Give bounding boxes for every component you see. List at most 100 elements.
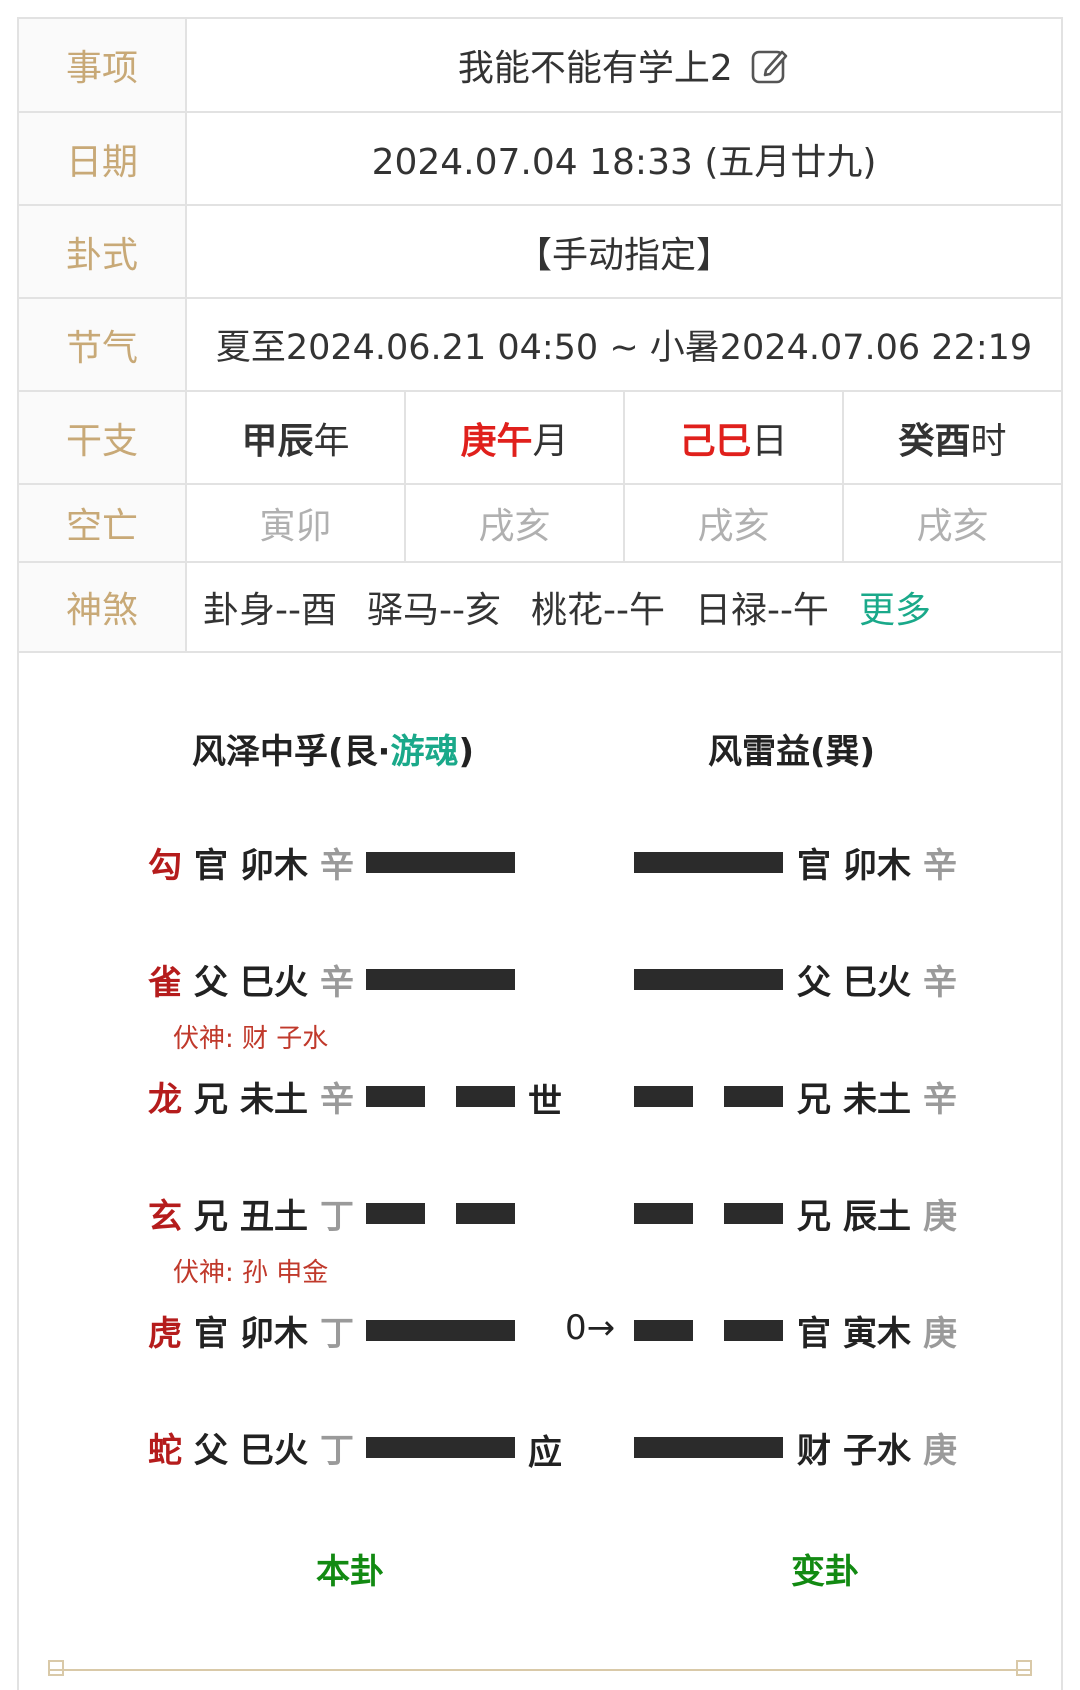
branch: 未土 — [240, 1079, 308, 1120]
six-god: 玄 — [148, 1196, 182, 1237]
six-god: 龙 — [148, 1079, 182, 1120]
changed-hexagram-title: 风雷益(巽) — [708, 732, 876, 772]
shensha-item: 桃花--午 — [530, 590, 665, 631]
original-title-highlight: 游魂 — [390, 732, 459, 772]
six-god: 蛇 — [148, 1430, 182, 1471]
ganzhi-year-main: 甲辰 — [241, 420, 314, 462]
stem: 辛 — [923, 845, 957, 886]
method-label: 卦式 — [17, 204, 187, 299]
yang-line — [634, 969, 783, 990]
ganzhi-month: 庚午月 — [404, 390, 625, 485]
yang-line — [366, 1437, 515, 1458]
matter-cell[interactable]: 我能不能有学上2 — [185, 17, 1063, 113]
stem: 丁 — [320, 1196, 354, 1237]
shensha-item: 驿马--亥 — [366, 590, 501, 631]
relation: 父 — [797, 962, 831, 1003]
relation: 父 — [194, 1430, 228, 1471]
branch: 卯木 — [843, 845, 911, 886]
yin-line-segment — [724, 1203, 783, 1224]
edit-icon[interactable] — [750, 46, 790, 86]
branch: 巳火 — [240, 962, 308, 1003]
stem: 辛 — [320, 1079, 354, 1120]
yin-line-segment — [366, 1203, 425, 1224]
branch: 丑土 — [240, 1196, 308, 1237]
stem: 丁 — [320, 1313, 354, 1354]
six-god: 雀 — [148, 962, 182, 1003]
method-value: 【手动指定】 — [185, 204, 1063, 299]
changed-line-label: 官卯木辛 — [797, 840, 957, 886]
original-title-suffix: ) — [458, 732, 475, 772]
yang-line — [366, 1320, 515, 1341]
stem: 庚 — [923, 1313, 957, 1354]
stem: 庚 — [923, 1196, 957, 1237]
original-line-label: 蛇父巳火丁 — [148, 1425, 354, 1471]
date-label: 日期 — [17, 111, 187, 206]
corner-ornament-left — [48, 1660, 64, 1676]
original-line-label: 玄兄丑土丁 — [148, 1191, 354, 1237]
yang-line — [634, 852, 783, 873]
original-line-label: 雀父巳火辛 — [148, 957, 354, 1003]
date-value: 2024.07.04 18:33 (五月廿九) — [185, 111, 1063, 206]
original-line-label: 龙兄未土辛 — [148, 1074, 354, 1120]
yin-line-segment — [366, 1086, 425, 1107]
yin-line-segment — [634, 1086, 693, 1107]
info-table: 事项 我能不能有学上2 日期 2024.07.04 18:33 (五月廿九) 卦… — [17, 17, 1063, 653]
solar-term-value: 夏至2024.06.21 04:50 ~ 小暑2024.07.06 22:19 — [185, 297, 1063, 392]
ganzhi-day-main: 己巳 — [679, 420, 752, 462]
branch: 巳火 — [843, 962, 911, 1003]
more-link[interactable]: 更多 — [859, 590, 931, 631]
yang-line — [366, 852, 515, 873]
ganzhi-year: 甲辰年 — [185, 390, 406, 485]
kongwang-day: 戌亥 — [623, 483, 844, 563]
ganzhi-month-main: 庚午 — [460, 420, 533, 462]
ganzhi-year-suffix: 年 — [313, 420, 350, 462]
stem: 辛 — [320, 962, 354, 1003]
matter-value: 我能不能有学上2 — [457, 48, 733, 89]
shensha-item: 卦身--酉 — [203, 590, 337, 631]
yang-line — [634, 1437, 783, 1458]
original-title-text: 风泽中孚(艮· — [192, 732, 391, 772]
fushen-note: 伏神: 财 子水 — [173, 1024, 329, 1054]
branch: 巳火 — [240, 1430, 308, 1471]
yin-line-segment — [634, 1320, 693, 1341]
ganzhi-day: 己巳日 — [623, 390, 844, 485]
yin-line-segment — [724, 1320, 783, 1341]
yin-line-segment — [456, 1086, 515, 1107]
relation: 官 — [194, 1313, 228, 1354]
branch: 子水 — [843, 1430, 911, 1471]
changed-line-label: 官寅木庚 — [797, 1308, 957, 1354]
ganzhi-hour-suffix: 时 — [970, 420, 1007, 462]
stem: 辛 — [320, 845, 354, 886]
branch: 卯木 — [240, 845, 308, 886]
shensha-list: 卦身--酉 驿马--亥 桃花--午 日禄--午 更多 — [185, 561, 1063, 653]
shi-ying-mark: 世 — [528, 1082, 562, 1122]
branch: 寅木 — [843, 1313, 911, 1354]
ganzhi-month-suffix: 月 — [532, 420, 569, 462]
original-line-label: 勾官卯木辛 — [148, 840, 354, 886]
relation: 官 — [194, 845, 228, 886]
yin-line-segment — [456, 1203, 515, 1224]
bian-gua-label: 变卦 — [791, 1552, 859, 1592]
ganzhi-hour: 癸酉时 — [842, 390, 1063, 485]
changed-line-label: 兄辰土庚 — [797, 1191, 957, 1237]
relation: 财 — [797, 1430, 831, 1471]
kongwang-year: 寅卯 — [185, 483, 406, 563]
changed-line-label: 父巳火辛 — [797, 957, 957, 1003]
relation: 官 — [797, 845, 831, 886]
relation: 兄 — [194, 1196, 228, 1237]
ganzhi-label: 干支 — [17, 390, 187, 485]
shensha-item: 日禄--午 — [694, 590, 829, 631]
yin-line-segment — [724, 1086, 783, 1107]
changed-line-label: 财子水庚 — [797, 1425, 957, 1471]
six-god: 虎 — [148, 1313, 182, 1354]
stem: 丁 — [320, 1430, 354, 1471]
relation: 官 — [797, 1313, 831, 1354]
yin-line-segment — [634, 1203, 693, 1224]
original-line-label: 虎官卯木丁 — [148, 1308, 354, 1354]
moving-line-arrow: 0→ — [565, 1308, 616, 1348]
stem: 辛 — [923, 962, 957, 1003]
bottom-border — [50, 1669, 1030, 1671]
shensha-label: 神煞 — [17, 561, 187, 653]
stem: 庚 — [923, 1430, 957, 1471]
branch: 未土 — [843, 1079, 911, 1120]
